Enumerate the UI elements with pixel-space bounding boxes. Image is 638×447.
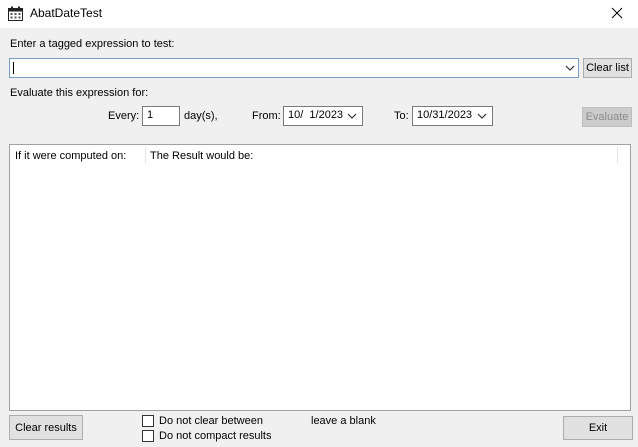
column-header-result[interactable]: The Result would be: xyxy=(145,148,617,166)
evaluate-section-label: Evaluate this expression for: xyxy=(10,87,149,99)
to-label: To: xyxy=(394,110,409,122)
chevron-down-icon[interactable] xyxy=(565,64,575,72)
from-label: From: xyxy=(252,110,281,122)
every-input[interactable]: 1 xyxy=(142,106,180,126)
do-not-clear-checkbox[interactable] xyxy=(142,415,154,427)
clear-results-button[interactable]: Clear results xyxy=(9,415,83,440)
from-date-value: 10/ 1/2023 xyxy=(288,109,344,121)
days-label: day(s), xyxy=(184,110,218,122)
clear-list-button[interactable]: Clear list xyxy=(583,58,632,78)
chevron-down-icon[interactable] xyxy=(347,112,357,120)
title-bar: AbatDateTest xyxy=(0,0,638,28)
calendar-app-icon xyxy=(8,6,23,21)
to-date-picker[interactable]: 10/31/2023 xyxy=(412,106,493,126)
results-list[interactable]: If it were computed on: The Result would… xyxy=(9,144,631,411)
expression-prompt-label: Enter a tagged expression to test: xyxy=(10,38,175,50)
do-not-compact-checkbox[interactable] xyxy=(142,430,154,442)
do-not-clear-label: Do not clear between xyxy=(159,415,263,427)
text-caret xyxy=(13,62,14,74)
window-title: AbatDateTest xyxy=(30,6,103,20)
chevron-down-icon[interactable] xyxy=(477,112,487,120)
do-not-compact-label: Do not compact results xyxy=(159,430,272,442)
column-header-computed-on[interactable]: If it were computed on: xyxy=(10,148,145,166)
to-date-value: 10/31/2023 xyxy=(417,109,473,121)
evaluate-button[interactable]: Evaluate xyxy=(582,107,632,127)
exit-button[interactable]: Exit xyxy=(563,416,633,440)
expression-combobox[interactable] xyxy=(9,58,579,78)
every-label: Every: xyxy=(108,110,140,122)
column-separator xyxy=(617,147,618,163)
leave-blank-label: leave a blank xyxy=(311,415,376,427)
close-icon[interactable] xyxy=(606,3,628,23)
from-date-picker[interactable]: 10/ 1/2023 xyxy=(283,106,363,126)
